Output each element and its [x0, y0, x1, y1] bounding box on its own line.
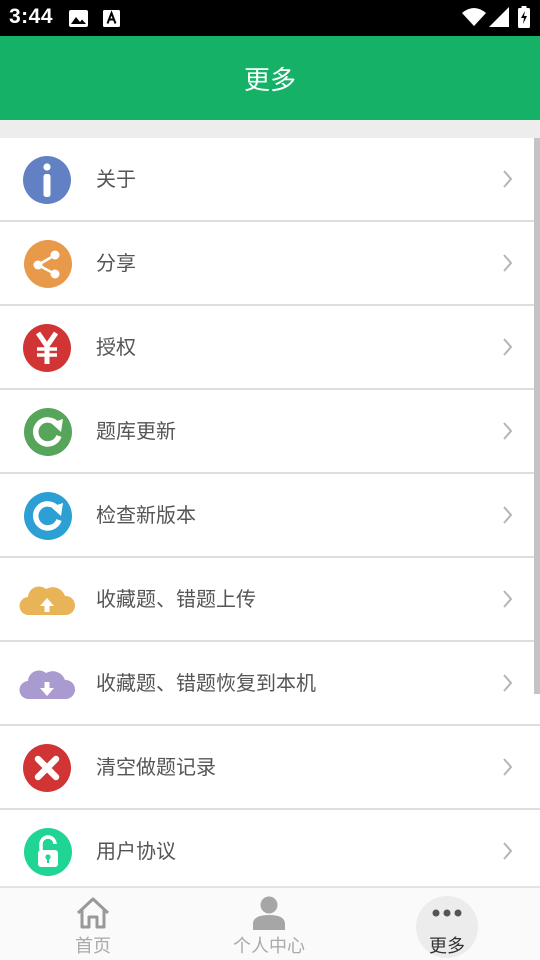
menu-item-question-bank-update[interactable]: 题库更新	[0, 390, 540, 474]
status-bar: 3:44	[0, 0, 540, 36]
info-icon	[23, 156, 71, 204]
menu-item-label: 用户协议	[96, 839, 176, 863]
chevron-right-icon	[503, 254, 513, 272]
menu-item-label: 关于	[96, 167, 136, 191]
tab-more[interactable]: 更多	[394, 888, 500, 960]
close-icon	[23, 744, 71, 792]
menu-item-label: 题库更新	[96, 419, 176, 443]
app-bar: 更多	[0, 36, 540, 120]
text-a-icon	[103, 10, 120, 27]
chevron-right-icon	[503, 338, 513, 356]
tab-label: 更多	[429, 936, 465, 957]
chevron-right-icon	[503, 842, 513, 860]
cloud-download-icon	[19, 670, 76, 700]
chevron-right-icon	[503, 422, 513, 440]
refresh-icon	[24, 408, 72, 456]
wifi-icon	[462, 8, 486, 26]
battery-charging-icon	[518, 6, 530, 28]
menu-item-user-agreement[interactable]: 用户协议	[0, 810, 540, 888]
menu-item-label: 授权	[96, 335, 136, 359]
menu-item-share[interactable]: 分享	[0, 222, 540, 306]
menu-item-upload[interactable]: 收藏题、错题上传	[0, 558, 540, 642]
home-icon	[76, 897, 110, 929]
scrollbar[interactable]	[534, 138, 540, 694]
bottom-nav: 首页 个人中心 更多	[0, 886, 540, 960]
page-title: 更多	[243, 66, 296, 96]
chevron-right-icon	[503, 170, 513, 188]
menu-item-label: 收藏题、错题恢复到本机	[96, 671, 316, 695]
share-icon	[24, 240, 72, 288]
menu-item-authorize[interactable]: 授权	[0, 306, 540, 390]
chevron-right-icon	[503, 590, 513, 608]
menu-item-label: 清空做题记录	[96, 755, 216, 779]
menu-item-restore[interactable]: 收藏题、错题恢复到本机	[0, 642, 540, 726]
menu-item-clear-records[interactable]: 清空做题记录	[0, 726, 540, 810]
menu-item-check-version[interactable]: 检查新版本	[0, 474, 540, 558]
menu-item-label: 分享	[96, 251, 136, 275]
menu-item-about[interactable]: 关于	[0, 138, 540, 222]
lock-icon	[24, 828, 72, 876]
chevron-right-icon	[503, 674, 513, 692]
menu-item-label: 收藏题、错题上传	[96, 587, 256, 611]
tab-label: 个人中心	[233, 936, 305, 957]
chevron-right-icon	[503, 758, 513, 776]
tab-home[interactable]: 首页	[40, 888, 146, 960]
tab-label: 首页	[75, 936, 111, 957]
tab-profile[interactable]: 个人中心	[216, 888, 322, 960]
menu-item-label: 检查新版本	[96, 503, 196, 527]
signal-icon	[489, 7, 509, 27]
more-dots-icon	[432, 909, 462, 917]
cloud-upload-icon	[19, 586, 76, 616]
yen-icon	[23, 324, 71, 372]
menu-list[interactable]: 关于 分享 授权 题库更新 检查新版本 收藏题、错题上传 收藏题、错题恢复到本机…	[0, 138, 540, 888]
refresh-icon	[24, 492, 72, 540]
image-icon	[69, 10, 88, 27]
section-divider	[0, 120, 540, 138]
status-time: 3:44	[9, 5, 54, 28]
chevron-right-icon	[503, 506, 513, 524]
user-icon	[253, 896, 285, 930]
